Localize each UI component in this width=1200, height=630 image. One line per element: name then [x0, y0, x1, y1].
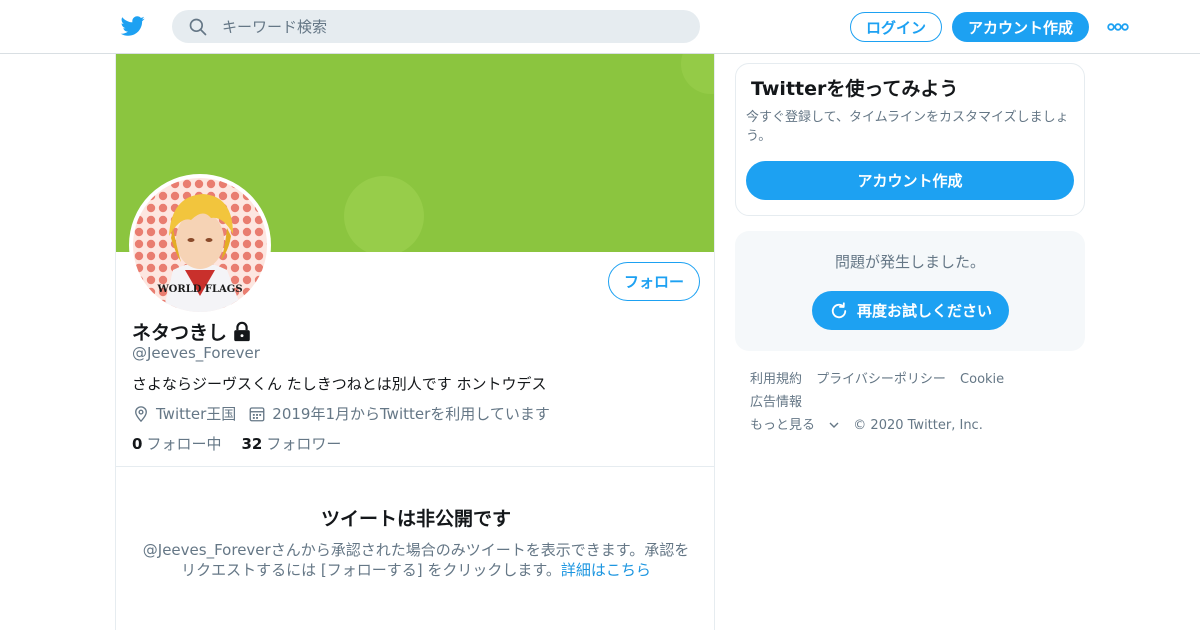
search-bar — [172, 10, 700, 43]
profile-name-row: ネタつきし — [132, 318, 253, 345]
retry-button[interactable]: 再度お試しください — [812, 291, 1009, 330]
calendar-icon — [249, 406, 265, 421]
followers-count: 32 — [241, 435, 263, 453]
login-button[interactable]: ログイン — [850, 12, 942, 42]
footer-link-ads[interactable]: 広告情報 — [750, 395, 802, 410]
private-tweets-message: @Jeeves_Foreverさんから承認された場合のみツイートを表示できます。… — [136, 540, 696, 580]
profile-location: Twitter王国 — [156, 405, 237, 423]
profile-column: WORLD FLAGS フォロー ネタつきし @Jeeves_Forever さ… — [115, 54, 715, 630]
error-message: 問題が発生しました。 — [834, 253, 985, 271]
followers-label: フォロワー — [266, 435, 342, 453]
refresh-icon — [831, 301, 847, 318]
profile-joined-date: 2019年1月からTwitterを利用しています — [272, 405, 550, 423]
footer-more-label: もっと見る — [750, 418, 816, 433]
banner-bokeh-circle — [344, 176, 424, 252]
lock-icon — [234, 321, 250, 341]
followers-stat[interactable]: 32 フォロワー — [241, 433, 341, 454]
signup-card-title: Twitterを使ってみよう — [751, 78, 959, 100]
more-options-icon[interactable] — [1105, 18, 1131, 36]
search-icon — [189, 18, 207, 36]
signup-card-button[interactable]: アカウント作成 — [746, 161, 1074, 200]
search-input[interactable] — [222, 10, 682, 43]
footer-link-privacy[interactable]: プライバシーポリシー — [816, 372, 946, 387]
profile-name: ネタつきし — [132, 322, 228, 344]
footer-link-cookie[interactable]: Cookie — [960, 372, 1004, 387]
twitter-logo-icon[interactable] — [120, 14, 146, 38]
footer-more-link[interactable]: もっと見る — [750, 418, 839, 433]
learn-more-link[interactable]: 詳細はこちら — [561, 561, 651, 579]
signup-card-description: 今すぐ登録して、タイムラインをカスタマイズしましょう。 — [746, 110, 1069, 144]
follow-button[interactable]: フォロー — [608, 262, 700, 301]
footer-link-terms[interactable]: 利用規約 — [750, 372, 802, 387]
top-navigation-bar: ログイン アカウント作成 — [0, 0, 1200, 54]
avatar[interactable]: WORLD FLAGS — [129, 174, 271, 316]
footer-links: 利用規約 プライバシーポリシー Cookie 広告情報 もっと見る © 2020… — [750, 368, 1080, 437]
section-divider — [116, 466, 714, 467]
signup-card: Twitterを使ってみよう 今すぐ登録して、タイムラインをカスタマイズしましょ… — [735, 63, 1085, 216]
profile-meta: Twitter王国 2019年1月からTwitterを利用しています — [132, 403, 550, 424]
private-tweets-title: ツイートは非公開です — [320, 508, 511, 530]
banner-bokeh-circle — [681, 54, 714, 94]
chevron-down-icon — [829, 422, 839, 428]
copyright-text: © 2020 Twitter, Inc. — [853, 418, 983, 433]
error-card: 問題が発生しました。 再度お試しください — [735, 231, 1085, 351]
following-count: 0 — [132, 435, 143, 453]
location-icon — [135, 405, 147, 422]
retry-button-label: 再度お試しください — [856, 302, 992, 320]
following-stat[interactable]: 0 フォロー中 — [132, 433, 221, 454]
avatar-logo-text: WORLD FLAGS — [156, 284, 242, 295]
following-label: フォロー中 — [146, 435, 222, 453]
create-account-button[interactable]: アカウント作成 — [952, 12, 1089, 42]
profile-handle: @Jeeves_Forever — [132, 344, 260, 362]
profile-stats: 0 フォロー中 32 フォロワー — [132, 433, 361, 454]
avatar-image: WORLD FLAGS — [133, 178, 267, 312]
profile-bio: さよならジーヴスくん たしきつねとは別人です ホントウデス — [132, 375, 547, 393]
